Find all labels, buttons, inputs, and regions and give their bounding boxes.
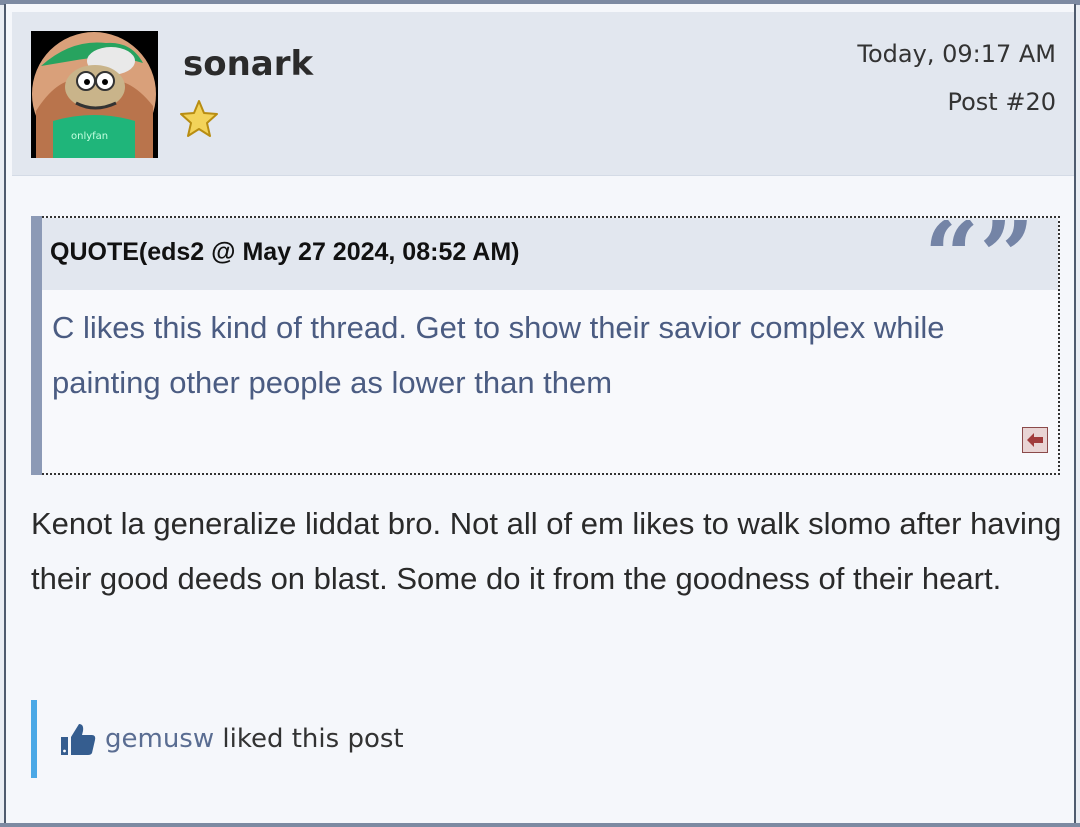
svg-text:“”: “” xyxy=(924,220,1034,292)
svg-text:onlyfan: onlyfan xyxy=(71,131,108,142)
quote-title: QUOTE(eds2 @ May 27 2024, 08:52 AM) xyxy=(50,238,520,266)
thumbs-up-icon xyxy=(61,724,96,755)
likes-bar: gemusw liked this post xyxy=(31,700,637,778)
star-icon xyxy=(180,100,218,137)
post-number-link[interactable]: Post #20 xyxy=(948,88,1057,116)
avatar-image: onlyfan xyxy=(31,31,158,158)
quote-header: QUOTE(eds2 @ May 27 2024, 08:52 AM) “” xyxy=(42,218,1058,292)
username[interactable]: sonark xyxy=(183,44,313,84)
post-timestamp: Today, 09:17 AM xyxy=(857,40,1056,68)
avatar[interactable]: onlyfan xyxy=(31,31,158,158)
bottom-border xyxy=(0,823,1080,827)
back-arrow-icon[interactable] xyxy=(1022,427,1048,453)
post-header: onlyfan sonark Today, 09:17 AM Post #20 xyxy=(12,12,1074,176)
quote-accent-bar xyxy=(31,216,42,475)
likes-suffix: liked this post xyxy=(214,724,404,754)
liker-username-link[interactable]: gemusw xyxy=(105,724,214,754)
likes-text: gemusw liked this post xyxy=(105,724,404,754)
quote-block: QUOTE(eds2 @ May 27 2024, 08:52 AM) “” C… xyxy=(31,216,1060,475)
post-body: Kenot la generalize liddat bro. Not all … xyxy=(31,506,1062,596)
quote-text: C likes this kind of thread. Get to show… xyxy=(52,310,945,400)
forum-post: onlyfan sonark Today, 09:17 AM Post #20 … xyxy=(4,4,1076,823)
quotation-marks-icon: “” xyxy=(924,220,1034,292)
